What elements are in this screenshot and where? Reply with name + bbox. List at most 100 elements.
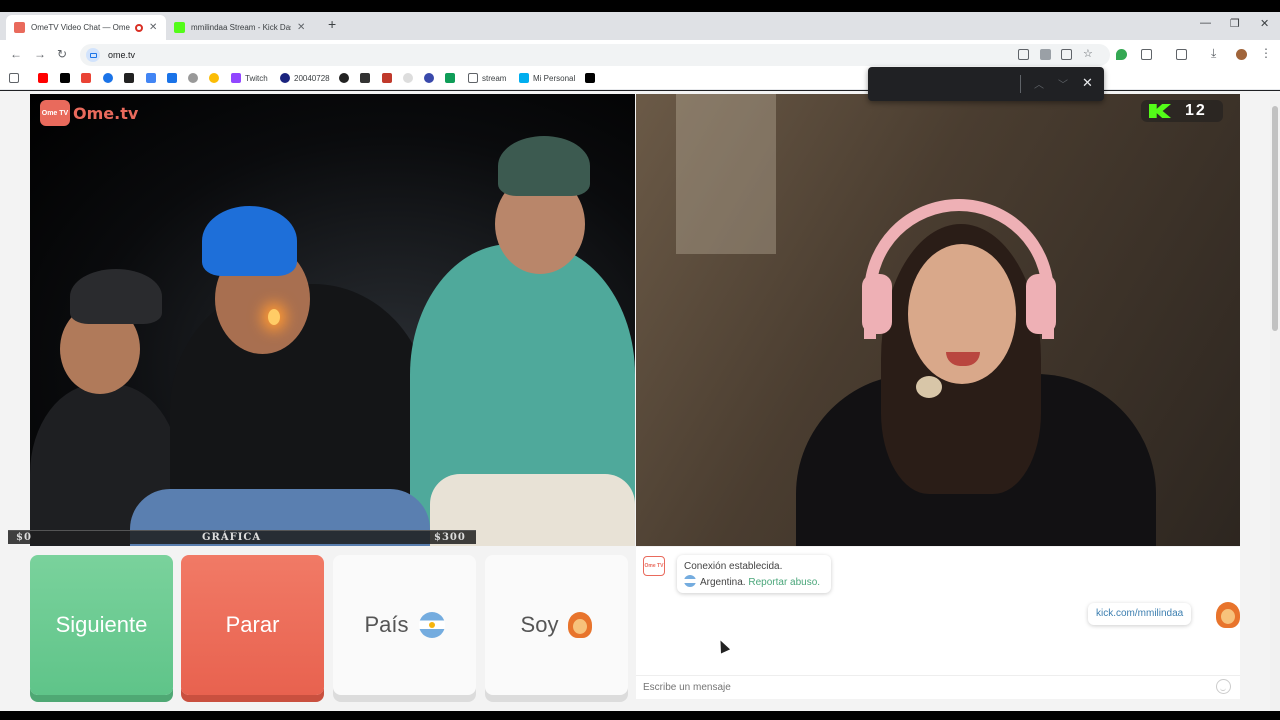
kick-viewer-badge: 12 <box>1141 100 1223 122</box>
sidepanel-icon[interactable] <box>1176 49 1187 60</box>
divider <box>1020 75 1021 93</box>
girl-emoji-icon <box>1216 602 1240 628</box>
page-scrollbar[interactable] <box>1270 94 1280 711</box>
apple-icon[interactable] <box>188 73 202 83</box>
tab-ometv[interactable]: OmeTV Video Chat — Ome ✕ <box>6 15 166 40</box>
cast-icon[interactable] <box>1018 49 1029 60</box>
extensions-icon[interactable] <box>1141 49 1152 60</box>
grafica-max: $300 <box>434 532 466 543</box>
girl-emoji-icon <box>568 612 593 638</box>
chat-message-input[interactable] <box>636 675 1240 699</box>
tab-title: mmilindaa Stream - Kick Dashb <box>191 23 291 32</box>
kick-logo-icon <box>1149 104 1171 118</box>
gender-button[interactable]: Soy <box>485 555 628 695</box>
system-message: Conexión establecida. Argentina. Reporta… <box>677 555 831 593</box>
recording-icon <box>135 23 143 32</box>
kick-favicon-icon <box>174 22 185 33</box>
argentina-flag-icon <box>418 612 445 638</box>
translate-icon[interactable] <box>1061 49 1072 60</box>
connection-status: Conexión establecida. <box>684 561 783 572</box>
ometv-logo-text: Ome.tv <box>73 103 139 123</box>
bookmark-twitch[interactable]: Twitch <box>231 73 268 83</box>
emoji-icon[interactable] <box>1216 679 1231 694</box>
chevron-up-icon[interactable]: ︿ <box>1034 76 1044 91</box>
folder-icon <box>468 73 478 83</box>
address-bar[interactable]: ome.tv <box>80 44 1110 66</box>
reload-icon[interactable]: ↻ <box>57 47 67 61</box>
profile-avatar[interactable] <box>1236 49 1247 60</box>
bottom-bar <box>0 711 1280 720</box>
ometv-logo: Ome TV Ome.tv <box>40 100 138 126</box>
ometv-favicon-icon <box>14 22 25 33</box>
url-text: ome.tv <box>108 50 136 60</box>
bookmark-icon[interactable] <box>424 73 438 83</box>
close-icon[interactable]: ✕ <box>1082 75 1093 91</box>
restore-icon[interactable]: ❐ <box>1230 17 1240 30</box>
grafica-title: GRÁFICA <box>202 532 262 543</box>
next-button[interactable]: Siguiente <box>30 555 173 695</box>
country-name: Argentina. <box>700 577 746 588</box>
drive-icon[interactable] <box>445 73 459 83</box>
shield-icon[interactable] <box>1116 49 1127 60</box>
microphone <box>916 376 942 398</box>
google-icon[interactable] <box>209 73 223 83</box>
page-icon[interactable] <box>1040 49 1051 60</box>
minimize-icon[interactable]: — <box>1200 17 1211 29</box>
ometv-logo-icon: Ome TV <box>40 100 70 126</box>
bookmark-icon[interactable] <box>382 73 396 83</box>
gmail-icon[interactable] <box>81 73 95 83</box>
black-cap <box>70 269 162 324</box>
self-video <box>636 94 1240 546</box>
blue-cap <box>202 206 297 276</box>
country-button[interactable]: País <box>333 555 476 695</box>
menu-icon[interactable]: ⋮ <box>1260 46 1272 60</box>
bookmark-icon <box>280 73 290 83</box>
bookmark-icon[interactable] <box>124 73 138 83</box>
bookmark-folder-stream[interactable]: stream <box>468 73 506 83</box>
bookmark-icon[interactable] <box>360 73 374 83</box>
tab-title: OmeTV Video Chat — Ome <box>31 23 130 32</box>
grafica-min: $0 <box>16 532 32 543</box>
bookmark-icon[interactable] <box>103 73 117 83</box>
stop-button[interactable]: Parar <box>181 555 324 695</box>
ometv-chat-icon: Ome TV <box>643 556 665 576</box>
lighter-flame <box>268 309 280 325</box>
tab-strip: OmeTV Video Chat — Ome ✕ mmilindaa Strea… <box>0 12 1280 40</box>
tiktok-icon[interactable] <box>585 73 599 83</box>
my-message: kick.com/mmilindaa <box>1088 603 1192 625</box>
youtube-icon[interactable] <box>38 73 52 83</box>
back-icon[interactable]: ← <box>10 47 22 61</box>
background-window <box>676 94 776 254</box>
chevron-down-icon[interactable]: ﹀ <box>1058 76 1068 91</box>
close-window-icon[interactable]: ✕ <box>1260 17 1269 30</box>
viewer-count: 12 <box>1185 102 1207 119</box>
report-abuse-link[interactable]: Reportar abuso. <box>748 577 820 588</box>
grafica-overlay: $0 GRÁFICA $300 <box>8 530 476 544</box>
bookmark-icon <box>519 73 529 83</box>
twitch-icon <box>231 73 241 83</box>
new-tab-button[interactable]: + <box>328 16 336 32</box>
bookmark-icon[interactable] <box>403 73 417 83</box>
tab-kick[interactable]: mmilindaa Stream - Kick Dashb ✕ <box>166 15 322 40</box>
star-icon[interactable]: ☆ <box>1083 47 1094 60</box>
apps-icon[interactable] <box>9 73 23 83</box>
download-icon[interactable]: ⤓ <box>1211 46 1222 60</box>
headphone-cup <box>1026 274 1056 334</box>
stranger-video <box>30 94 635 546</box>
close-tab-icon[interactable]: ✕ <box>297 22 305 33</box>
find-bar: ︿ ﹀ ✕ <box>868 67 1104 101</box>
forward-icon[interactable]: → <box>34 47 46 61</box>
bookmark-icon[interactable] <box>167 73 181 83</box>
scrollbar-thumb[interactable] <box>1272 106 1278 331</box>
bookmark-icon[interactable] <box>339 73 353 83</box>
top-bar <box>0 0 1280 12</box>
headphone-cup <box>862 274 892 334</box>
close-tab-icon[interactable]: ✕ <box>149 22 157 33</box>
video-site-icon <box>86 48 100 62</box>
x-icon[interactable] <box>60 73 74 83</box>
argentina-flag-icon <box>684 575 696 587</box>
green-cap <box>498 136 590 196</box>
bookmark-20040728[interactable]: 20040728 <box>280 73 330 83</box>
bookmark-mi-personal[interactable]: Mi Personal <box>519 73 575 83</box>
bookmark-icon[interactable] <box>146 73 160 83</box>
